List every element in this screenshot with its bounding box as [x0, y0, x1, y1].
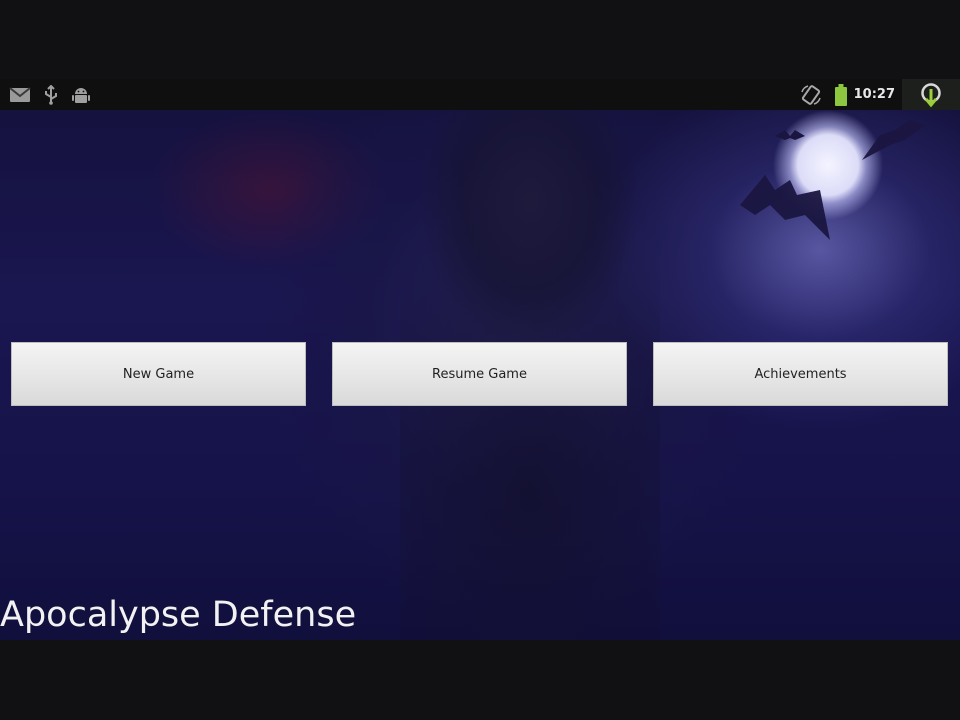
- download-icon: [919, 82, 943, 108]
- download-notification[interactable]: [902, 79, 960, 110]
- system-icons: 10:27: [800, 79, 960, 110]
- letterbox-bottom: [0, 640, 960, 720]
- screen-rotation-icon: [800, 84, 822, 106]
- status-clock: 10:27: [853, 87, 895, 102]
- status-bar: 10:27: [0, 79, 960, 110]
- battery-icon: [834, 83, 848, 106]
- new-game-button[interactable]: New Game: [11, 342, 306, 406]
- main-menu: New Game Resume Game Achievements: [0, 342, 960, 406]
- notification-icons: [9, 79, 91, 110]
- bat-illustration-2: [862, 120, 925, 160]
- gmail-icon: [9, 86, 31, 103]
- game-background: New Game Resume Game Achievements Apocal…: [0, 110, 960, 640]
- bat-illustration-3: [775, 130, 805, 140]
- letterbox-top: [0, 0, 960, 79]
- game-title: Apocalypse Defense: [0, 595, 357, 635]
- achievements-button[interactable]: Achievements: [653, 342, 948, 406]
- android-debug-icon: [71, 85, 91, 105]
- screen: 10:27 New Game Resume Game Achievements …: [0, 0, 960, 720]
- bat-illustration-1: [740, 175, 830, 240]
- resume-game-button[interactable]: Resume Game: [332, 342, 627, 406]
- usb-icon: [43, 84, 59, 105]
